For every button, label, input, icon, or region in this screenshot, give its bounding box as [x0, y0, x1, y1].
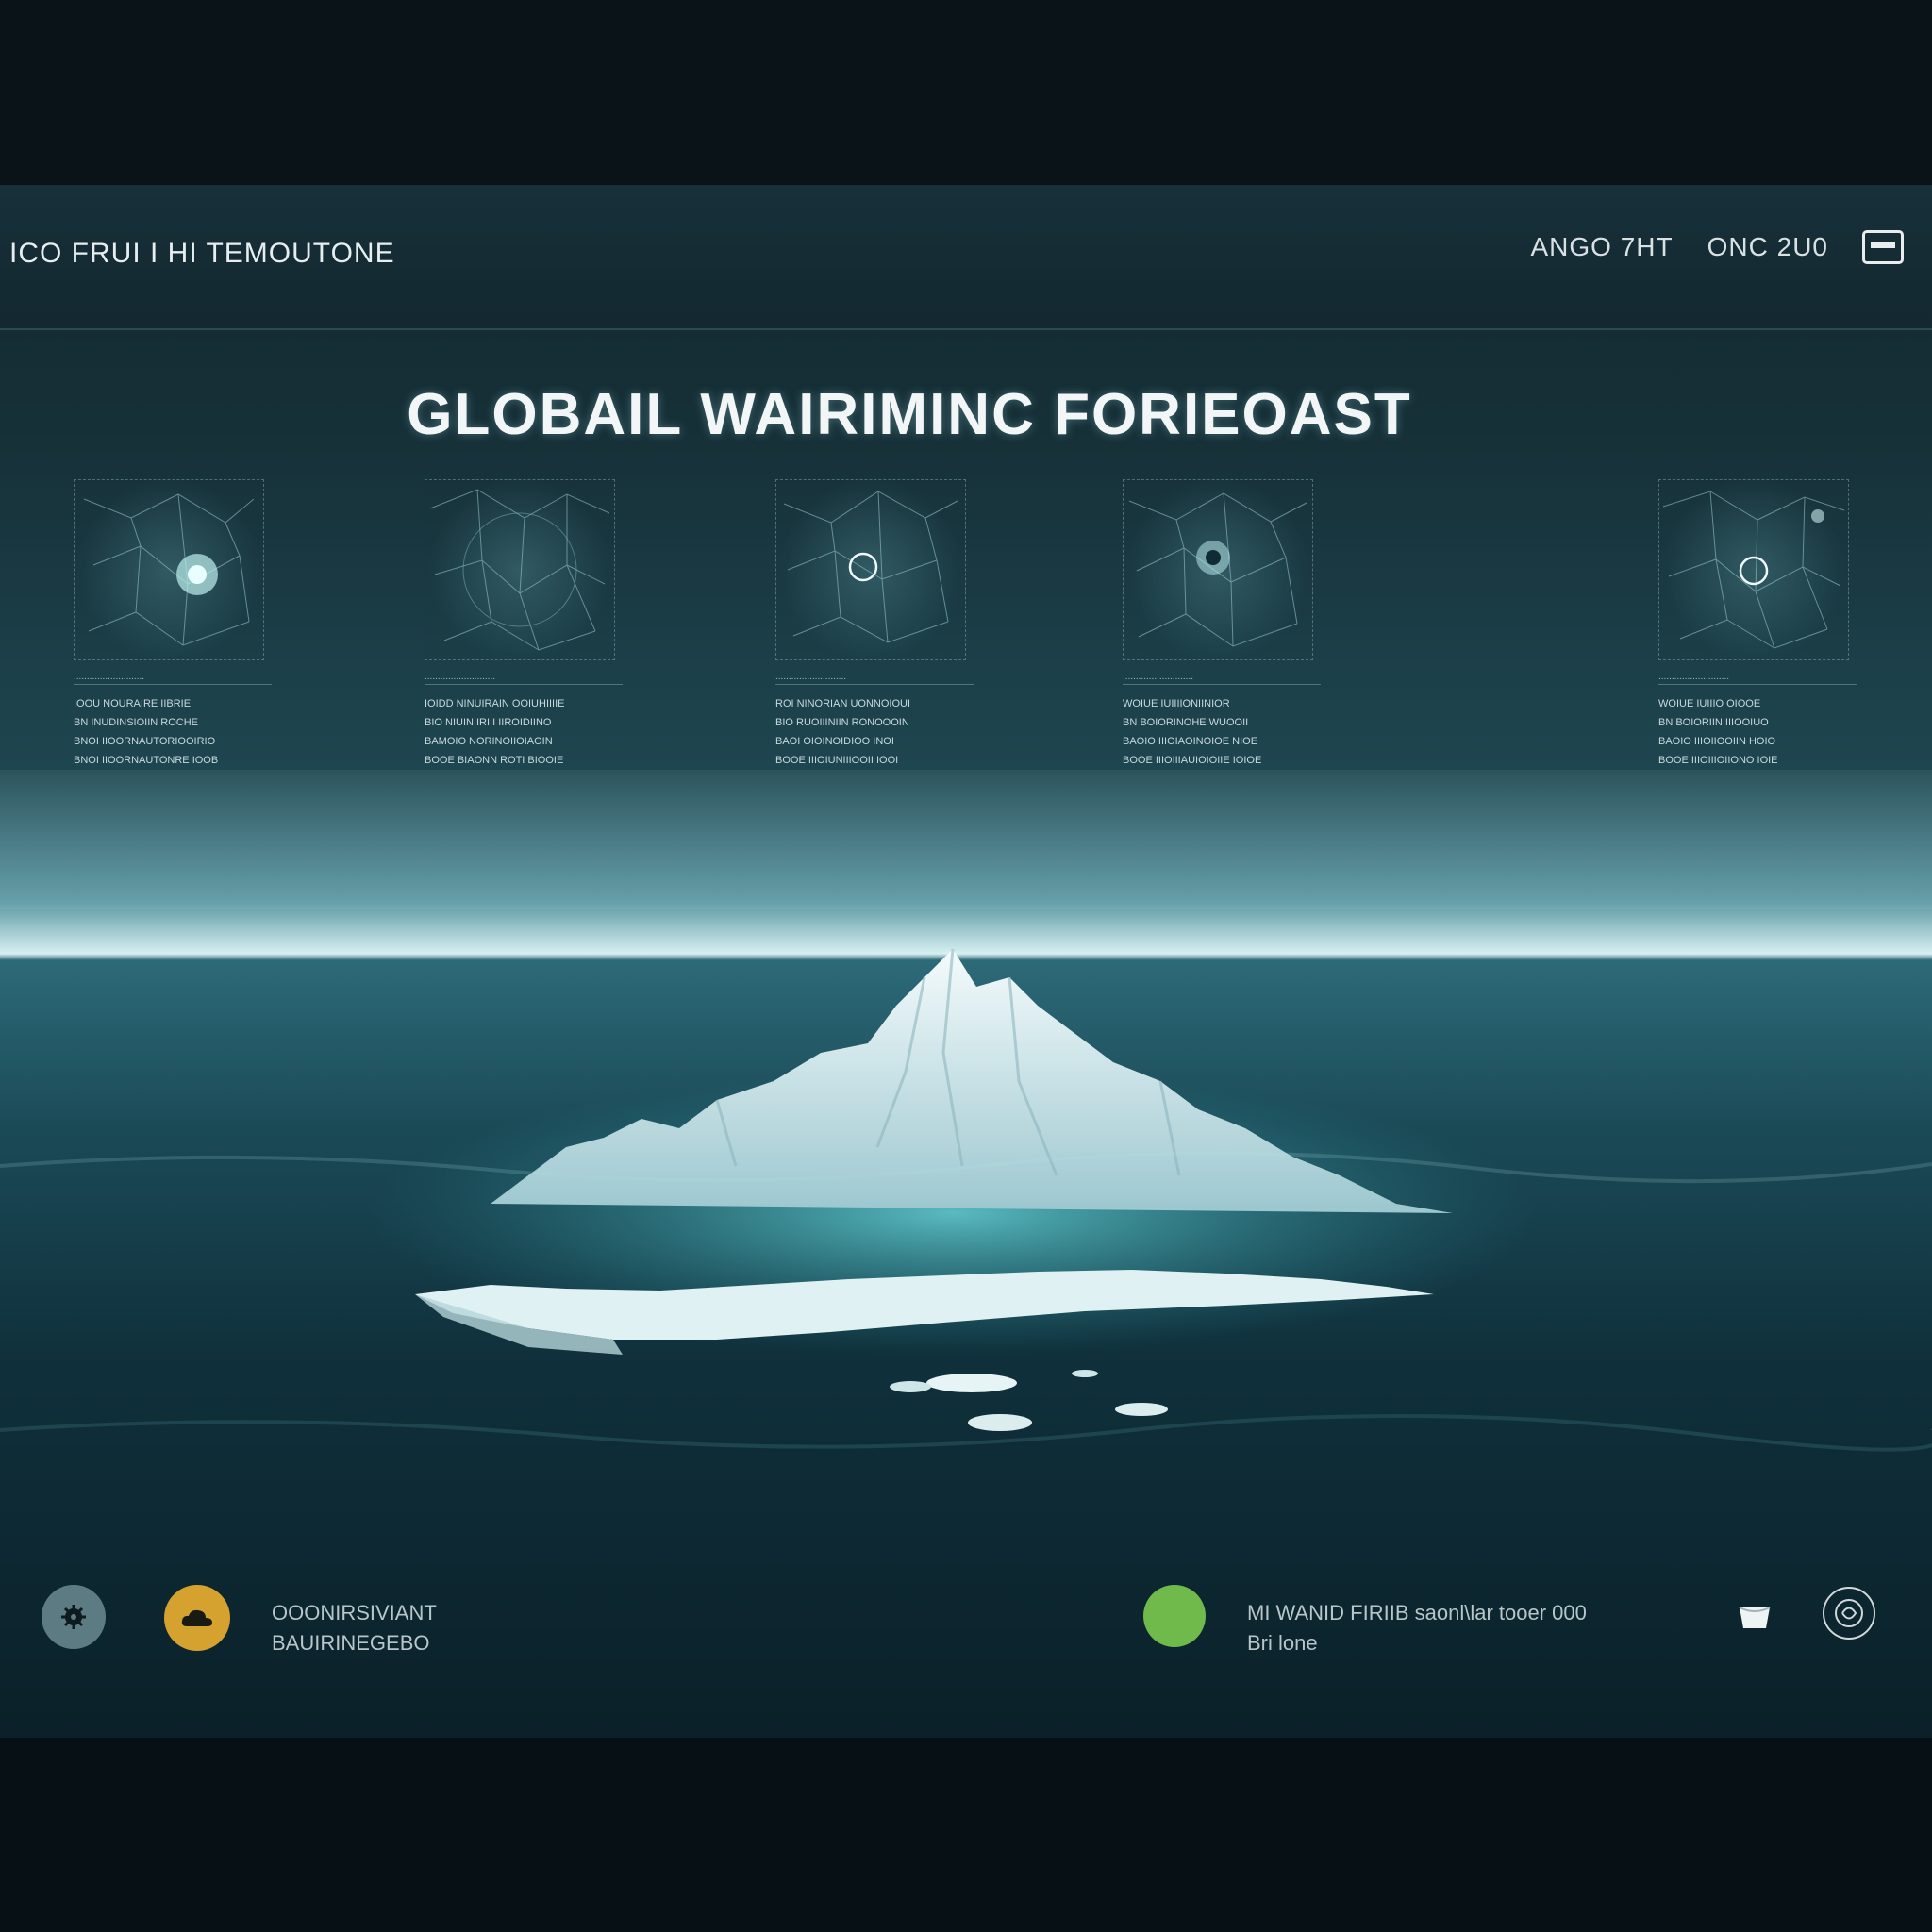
- forecast-panel[interactable]: ........................... WOIUE IUIIII…: [1123, 479, 1321, 770]
- gear-icon: [61, 1605, 86, 1629]
- forecast-map: [1658, 479, 1849, 660]
- summary-line: Bri lone: [1247, 1631, 1318, 1655]
- weather-button[interactable]: [164, 1585, 230, 1651]
- profile-button[interactable]: [1823, 1587, 1875, 1640]
- forecast-panel[interactable]: ........................... IOOU NOURAIR…: [74, 479, 272, 770]
- panel-line: WOIUE IUIIIIONIINIOR: [1123, 698, 1230, 709]
- panel-line: WOIUE IUIIIO OIOOE: [1658, 698, 1761, 709]
- panel-caption: ...........................: [74, 672, 272, 685]
- panel-line: BN BOIORINOHE WUOOII: [1123, 717, 1249, 728]
- app-title: ICO FRUI I HI TEMOUTONE: [9, 238, 395, 269]
- bottom-bar: OOONIRSIVIANT BAUIRINEGEBO MI WANID FIRI…: [0, 1562, 1932, 1685]
- status-summary: OOONIRSIVIANT BAUIRINEGEBO: [272, 1598, 437, 1658]
- cloud-icon: [181, 1609, 212, 1626]
- panel-line: BAMOIO NORINOIIOIAOIN: [425, 736, 553, 747]
- cup-icon: [1739, 1607, 1771, 1628]
- ice-floe: [926, 1374, 1017, 1392]
- panel-line: BNOI IIOORNAUTONRE IOOB: [74, 755, 219, 766]
- forecast-panel[interactable]: ........................... WOIUE IUIIIO…: [1658, 479, 1857, 770]
- map-network-icon: [83, 493, 255, 646]
- forecast-summary: MI WANID FIRIIB saonl\lar tooer 000 Bri …: [1247, 1598, 1587, 1658]
- map-network-icon: [783, 491, 958, 643]
- panel-line: BAOI OIOINOIDIOO INOI: [775, 736, 894, 747]
- app-screen: ICO FRUI I HI TEMOUTONE ANGO 7HT ONC 2U0…: [0, 185, 1932, 1738]
- panel-line: BOOE IIIOIIIAUIOIOIIE IOIOE: [1123, 755, 1262, 766]
- letterbox-top: [0, 0, 1932, 185]
- top-bar-right: ANGO 7HT ONC 2U0: [1530, 230, 1904, 264]
- iceberg-scene: [0, 770, 1932, 1452]
- map-network-icon: [1662, 491, 1845, 649]
- panel-caption: ...........................: [1658, 672, 1857, 685]
- status-dot-icon[interactable]: [1143, 1585, 1206, 1647]
- forecast-map: [425, 479, 615, 660]
- ice-floe: [968, 1414, 1032, 1431]
- panel-line: BIO RUOIIINIIN RONOOOIN: [775, 717, 909, 728]
- status-line: BAUIRINEGEBO: [272, 1631, 430, 1655]
- panel-line: BOOE BIAONN ROTI BIOOIE: [425, 755, 564, 766]
- mountain-icon: [491, 949, 1453, 1213]
- settings-button[interactable]: [42, 1585, 106, 1649]
- panel-line: BN BOIORIIN IIIOOIUO: [1658, 717, 1769, 728]
- panel-caption: ...........................: [1123, 672, 1321, 685]
- map-network-icon: [429, 489, 610, 651]
- panel-caption: ...........................: [775, 672, 974, 685]
- panel-line: BAOIO IIIOIIOOIIN HOIO: [1658, 736, 1776, 747]
- window-icon[interactable]: [1862, 230, 1904, 264]
- globe-icon: [1835, 1599, 1863, 1627]
- forecast-panel[interactable]: ........................... IOIDD NINUIR…: [425, 479, 623, 770]
- ice-floe: [1115, 1403, 1168, 1416]
- panel-line: BNOI IIOORNAUTORIOOIRIO: [74, 736, 216, 747]
- forecast-panel[interactable]: ........................... ROI NINORIAN…: [775, 479, 974, 770]
- forecast-map: [74, 479, 264, 660]
- status-line: OOONIRSIVIANT: [272, 1601, 437, 1624]
- meta-left: ANGO 7HT: [1530, 232, 1674, 261]
- panel-line: IOIDD NINUIRAIN OOIUHIIIIE: [425, 698, 565, 709]
- summary-line: MI WANID FIRIIB saonl\lar tooer 000: [1247, 1601, 1587, 1624]
- top-bar: ICO FRUI I HI TEMOUTONE ANGO 7HT ONC 2U0: [0, 185, 1932, 330]
- panel-line: BAOIO IIIOIAOINOIOE NIOE: [1123, 736, 1258, 747]
- forecast-map: [775, 479, 966, 660]
- forecast-map: [1123, 479, 1313, 660]
- panel-line: BIO NIUINIIRIII IIROIDIINO: [425, 717, 552, 728]
- meta-right: ONC 2U0: [1707, 232, 1828, 261]
- panel-line: BN INUDINSIOIIN ROCHE: [74, 717, 199, 728]
- panel-line: BOOE IIIOIIIOIIONO IOIE: [1658, 755, 1778, 766]
- panel-caption: ...........................: [425, 672, 623, 685]
- cup-button[interactable]: [1734, 1596, 1775, 1638]
- letterbox-bottom: [0, 1738, 1932, 1932]
- ice-floe: [1072, 1370, 1098, 1377]
- map-network-icon: [1128, 492, 1307, 647]
- panel-line: ROI NINORIAN UONNOIOUI: [775, 698, 911, 709]
- page-title: GLOBAIL WAIRIMINC FORIEOAST: [407, 382, 1412, 447]
- panel-line: BOOE IIIOIUNIIIOOII IOOI: [775, 755, 899, 766]
- ice-floe: [890, 1381, 931, 1392]
- panel-line: IOOU NOURAIRE IIBRIE: [74, 698, 192, 709]
